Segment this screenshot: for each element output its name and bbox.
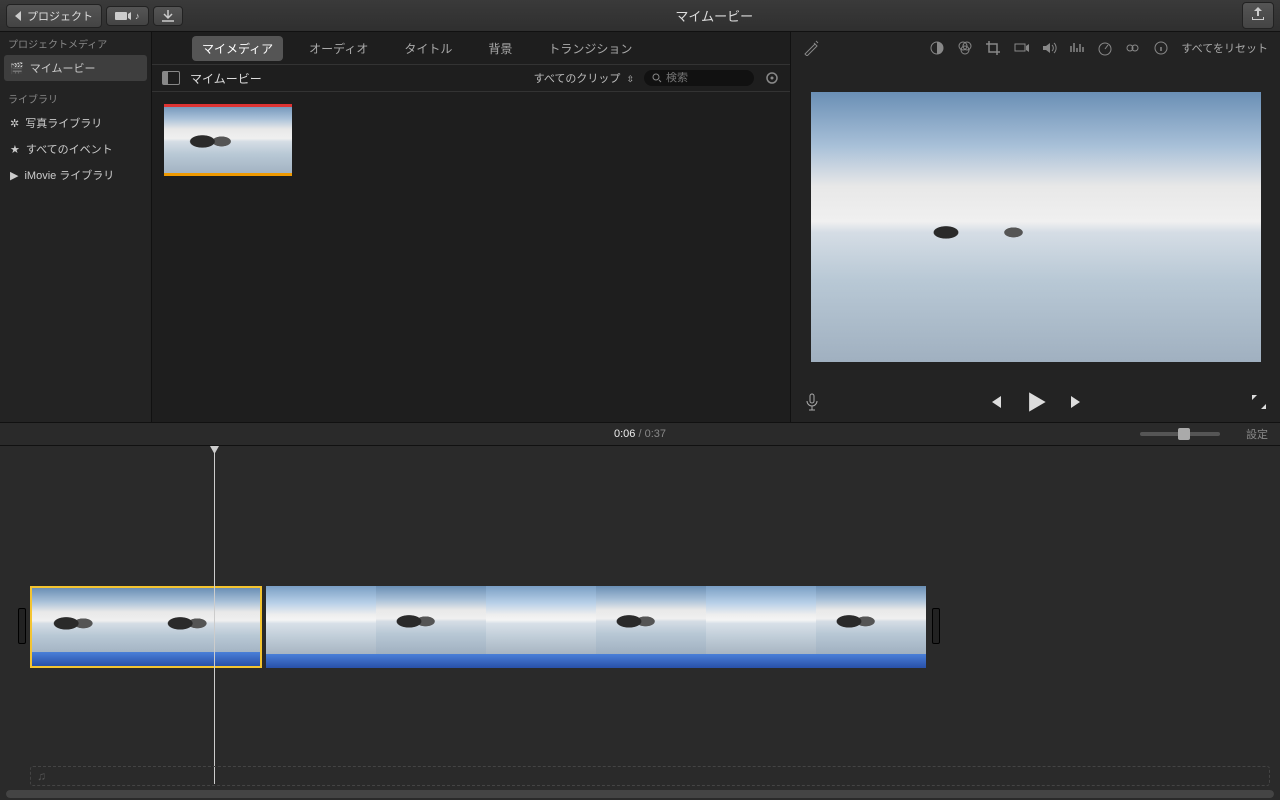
enhance-icon[interactable] [803, 40, 819, 56]
color-correction-icon[interactable] [957, 40, 973, 56]
media-import-button[interactable]: ♪ [106, 6, 149, 26]
reset-all-button[interactable]: すべてをリセット [1181, 40, 1268, 56]
noise-reduction-icon[interactable] [1069, 40, 1085, 56]
tab-my-media[interactable]: マイメディア [192, 36, 283, 61]
crop-icon[interactable] [985, 40, 1001, 56]
total-time: 0:37 [645, 428, 666, 440]
music-note-icon: ♫ [37, 769, 46, 783]
tab-transition[interactable]: トランジション [538, 36, 642, 61]
preview-viewer[interactable] [811, 92, 1261, 362]
back-to-projects-button[interactable]: プロジェクト [6, 4, 102, 28]
playhead[interactable] [214, 446, 215, 784]
search-input[interactable] [644, 70, 754, 86]
clip-filter-dropdown[interactable]: すべてのクリップ ⇳ [534, 70, 634, 86]
search-field[interactable] [666, 72, 736, 84]
info-icon[interactable] [1153, 40, 1169, 56]
movie-title: マイムービー [187, 6, 1243, 25]
volume-icon[interactable] [1041, 40, 1057, 56]
sidebar-item-photo-library[interactable]: ✲ 写真ライブラリ [0, 110, 151, 136]
current-time: 0:06 [614, 428, 635, 440]
sidebar-item-all-events[interactable]: ★ すべてのイベント [0, 136, 151, 162]
tab-title[interactable]: タイトル [394, 36, 462, 61]
project-media-header: プロジェクトメディア [0, 32, 151, 55]
timeline-settings-button[interactable]: 設定 [1246, 426, 1268, 442]
import-button[interactable] [153, 6, 183, 26]
media-clip-thumbnail[interactable] [164, 104, 292, 176]
updown-icon: ⇳ [626, 74, 634, 84]
voiceover-icon[interactable] [805, 393, 819, 411]
toggle-sidebar-button[interactable] [162, 71, 180, 85]
tab-background[interactable]: 背景 [478, 36, 522, 61]
back-label: プロジェクト [27, 8, 93, 24]
clip-filter-icon[interactable] [1125, 40, 1141, 56]
next-button[interactable] [1069, 394, 1085, 410]
browser-title: マイムービー [190, 70, 262, 87]
clapper-icon: 🎬 [10, 62, 24, 75]
clip-favorite-indicator [164, 173, 292, 176]
fullscreen-icon[interactable] [1252, 395, 1266, 409]
flower-icon: ✲ [10, 117, 19, 130]
share-button[interactable] [1242, 2, 1274, 29]
play-button[interactable] [1025, 391, 1047, 413]
speed-icon[interactable] [1097, 40, 1113, 56]
stabilize-icon[interactable] [1013, 40, 1029, 56]
audio-waveform [266, 654, 926, 668]
clip-edge-handle-left[interactable] [18, 608, 26, 644]
timeline-clip-selected[interactable] [30, 586, 262, 668]
music-note-icon: ♪ [135, 11, 140, 21]
sidebar-item-my-movie[interactable]: 🎬 マイムービー [4, 55, 147, 81]
color-balance-icon[interactable] [929, 40, 945, 56]
timeline-clip[interactable] [266, 586, 926, 668]
prev-button[interactable] [987, 394, 1003, 410]
library-header: ライブラリ [0, 87, 151, 110]
clip-used-indicator [164, 104, 292, 107]
sidebar-item-imovie-library[interactable]: ▶ iMovie ライブラリ [0, 162, 151, 188]
music-track[interactable]: ♫ [30, 766, 1270, 786]
gear-icon[interactable] [764, 70, 780, 86]
audio-waveform [32, 652, 260, 666]
search-icon [652, 73, 662, 83]
zoom-slider[interactable] [1140, 432, 1220, 436]
disclosure-triangle-icon: ▶ [10, 169, 18, 182]
clip-edge-handle-right[interactable] [932, 608, 940, 644]
tab-audio[interactable]: オーディオ [299, 36, 378, 61]
timeline[interactable]: ♫ [0, 446, 1280, 800]
timeline-scrollbar[interactable] [6, 790, 1274, 798]
star-icon: ★ [10, 143, 20, 156]
